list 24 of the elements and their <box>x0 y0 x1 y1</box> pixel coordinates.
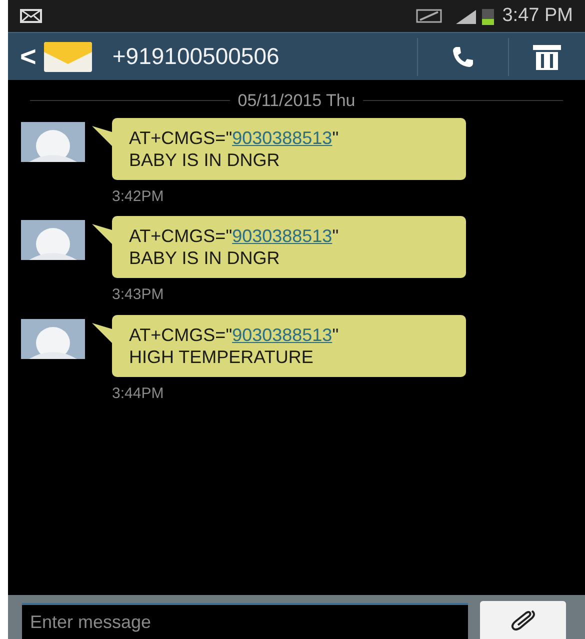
phone-link[interactable]: 9030388513 <box>232 128 332 148</box>
message-text: AT+CMGS="9030388513" HIGH TEMPERATURE <box>129 324 340 368</box>
contact-number: +919100500506 <box>112 42 280 72</box>
status-time: 3:47 PM <box>502 4 573 28</box>
avatar-icon <box>21 318 85 358</box>
message-text: AT+CMGS="9030388513" BABY IS IN DNGR <box>129 126 340 170</box>
phone-icon <box>451 44 475 68</box>
message-input[interactable]: Enter message <box>22 603 468 639</box>
phone-link[interactable]: 9030388513 <box>232 324 332 344</box>
message-time: 3:44PM <box>112 384 165 404</box>
avatar-icon <box>21 122 85 162</box>
phone-link[interactable]: 9030388513 <box>232 226 332 246</box>
battery-icon <box>482 7 494 25</box>
message-time: 3:42PM <box>112 186 165 206</box>
envelope-icon <box>44 42 92 72</box>
trash-icon <box>532 44 562 70</box>
signal-icon <box>454 8 478 24</box>
envelope-icon <box>20 9 42 23</box>
attach-button[interactable] <box>480 601 566 639</box>
back-button[interactable]: < <box>8 36 44 78</box>
date-divider: 05/11/2015 Thu <box>236 90 356 112</box>
message-text: AT+CMGS="9030388513" BABY IS IN DNGR <box>129 225 340 269</box>
avatar-icon <box>21 220 85 260</box>
message-time: 3:43PM <box>112 285 165 305</box>
